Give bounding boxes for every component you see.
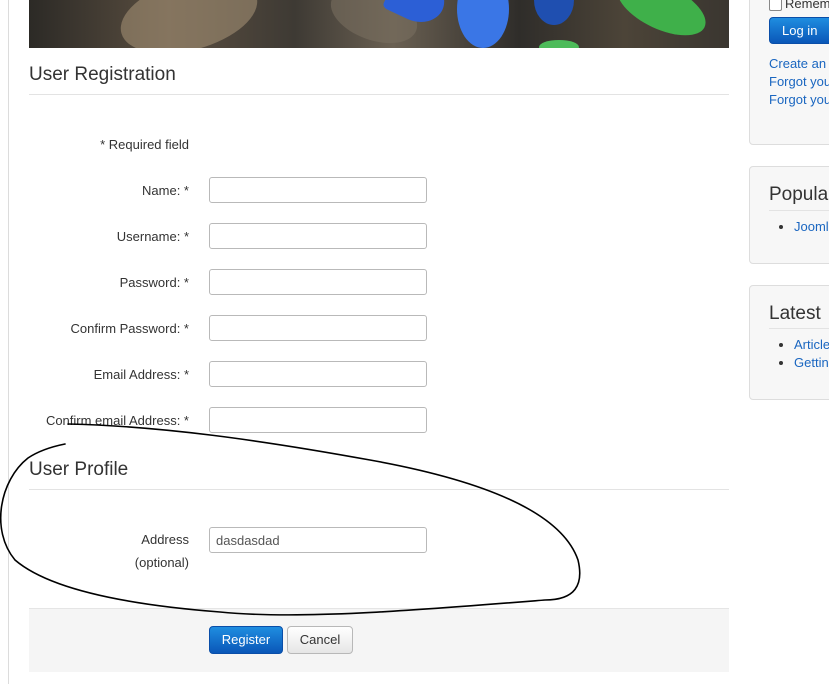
annotation-ellipse (0, 423, 581, 616)
login-button[interactable]: Log in (769, 17, 829, 44)
forgot-username-link[interactable]: Forgot you (769, 92, 829, 107)
address-input[interactable] (209, 527, 427, 553)
confirm-email-label: Confirm email Address: * (45, 413, 189, 428)
registration-title: User Registration (29, 64, 176, 85)
confirm-email-input[interactable] (209, 407, 427, 433)
profile-divider (29, 489, 729, 490)
profile-title: User Profile (29, 459, 129, 480)
registration-divider (29, 94, 729, 95)
bullet-icon (779, 361, 783, 365)
required-field-note: * Required field (100, 137, 189, 152)
popular-module (749, 166, 829, 264)
popular-title: Popula (769, 184, 829, 205)
password-input[interactable] (209, 269, 427, 295)
latest-item-link[interactable]: Article (794, 337, 829, 352)
email-input[interactable] (209, 361, 427, 387)
confirm-password-input[interactable] (209, 315, 427, 341)
name-input[interactable] (209, 177, 427, 203)
username-label: Username: * (116, 229, 189, 244)
email-label: Email Address: * (93, 367, 189, 382)
address-label: Address (141, 532, 189, 547)
confirm-password-label: Confirm Password: * (70, 321, 189, 336)
popular-item-link[interactable]: Jooml (794, 219, 829, 234)
forgot-password-link[interactable]: Forgot you (769, 74, 829, 89)
username-input[interactable] (209, 223, 427, 249)
password-label: Password: * (119, 275, 189, 290)
latest-divider (769, 328, 829, 329)
bullet-icon (779, 343, 783, 347)
register-button[interactable]: Register (209, 626, 283, 654)
bullet-icon (779, 225, 783, 229)
cancel-button[interactable]: Cancel (287, 626, 353, 654)
name-label: Name: * (142, 183, 189, 198)
header-banner-image (29, 0, 729, 48)
address-optional-label: (optional) (134, 555, 189, 570)
form-actions-bar (29, 608, 729, 672)
page-left-border (8, 0, 9, 684)
popular-divider (769, 210, 829, 211)
latest-title: Latest (769, 303, 821, 324)
remember-me-checkbox[interactable] (769, 0, 782, 11)
latest-item-link[interactable]: Gettin (794, 355, 829, 370)
create-account-link[interactable]: Create an (769, 56, 826, 71)
remember-me-label: Remem (785, 0, 829, 11)
